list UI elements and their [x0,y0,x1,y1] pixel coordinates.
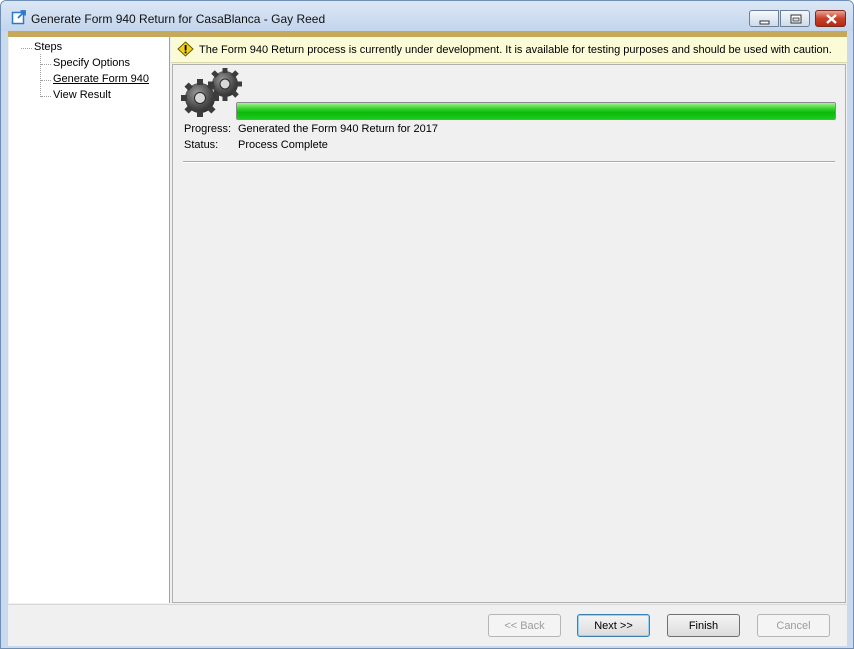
close-icon [826,14,837,24]
finish-button[interactable]: Finish [667,614,740,637]
maximize-button[interactable] [780,10,810,27]
wizard-window: Generate Form 940 Return for CasaBlanca … [0,0,854,649]
close-button[interactable] [815,10,846,27]
back-button[interactable]: << Back [488,614,561,637]
window-title: Generate Form 940 Return for CasaBlanca … [31,12,326,26]
progress-bar [236,102,836,120]
progress-value: Generated the Form 940 Return for 2017 [238,123,438,135]
button-bar: << Back Next >> Finish Cancel [8,604,847,646]
open-external-icon [11,9,27,25]
wizard-client: Steps Specify Options Generate Form 940 … [8,31,847,646]
warning-banner: The Form 940 Return process is currently… [171,37,847,63]
tree-connector [41,80,51,81]
restore-icon [790,14,802,24]
warning-text: The Form 940 Return process is currently… [199,44,832,56]
minimize-icon [759,20,770,25]
tree-connector [41,96,51,97]
next-button[interactable]: Next >> [577,614,650,637]
step-view-result[interactable]: View Result [53,89,111,101]
progress-bar-fill [237,103,835,119]
step-specify-options[interactable]: Specify Options [53,57,130,69]
process-panel: Progress: Generated the Form 940 Return … [172,64,846,603]
steps-tree: Steps Specify Options Generate Form 940 … [9,37,170,603]
step-generate-form-940[interactable]: Generate Form 940 [53,73,149,85]
tree-connector [40,54,41,97]
tree-connector [21,48,32,49]
cancel-button[interactable]: Cancel [757,614,830,637]
content-divider [183,161,835,163]
progress-label: Progress: [184,123,232,135]
minimize-button[interactable] [749,10,779,27]
status-label: Status: [184,139,219,151]
status-value: Process Complete [238,139,328,151]
title-bar[interactable]: Generate Form 940 Return for CasaBlanca … [1,1,853,31]
tree-connector [41,64,51,65]
steps-root[interactable]: Steps [34,41,62,53]
warning-icon [177,41,194,57]
